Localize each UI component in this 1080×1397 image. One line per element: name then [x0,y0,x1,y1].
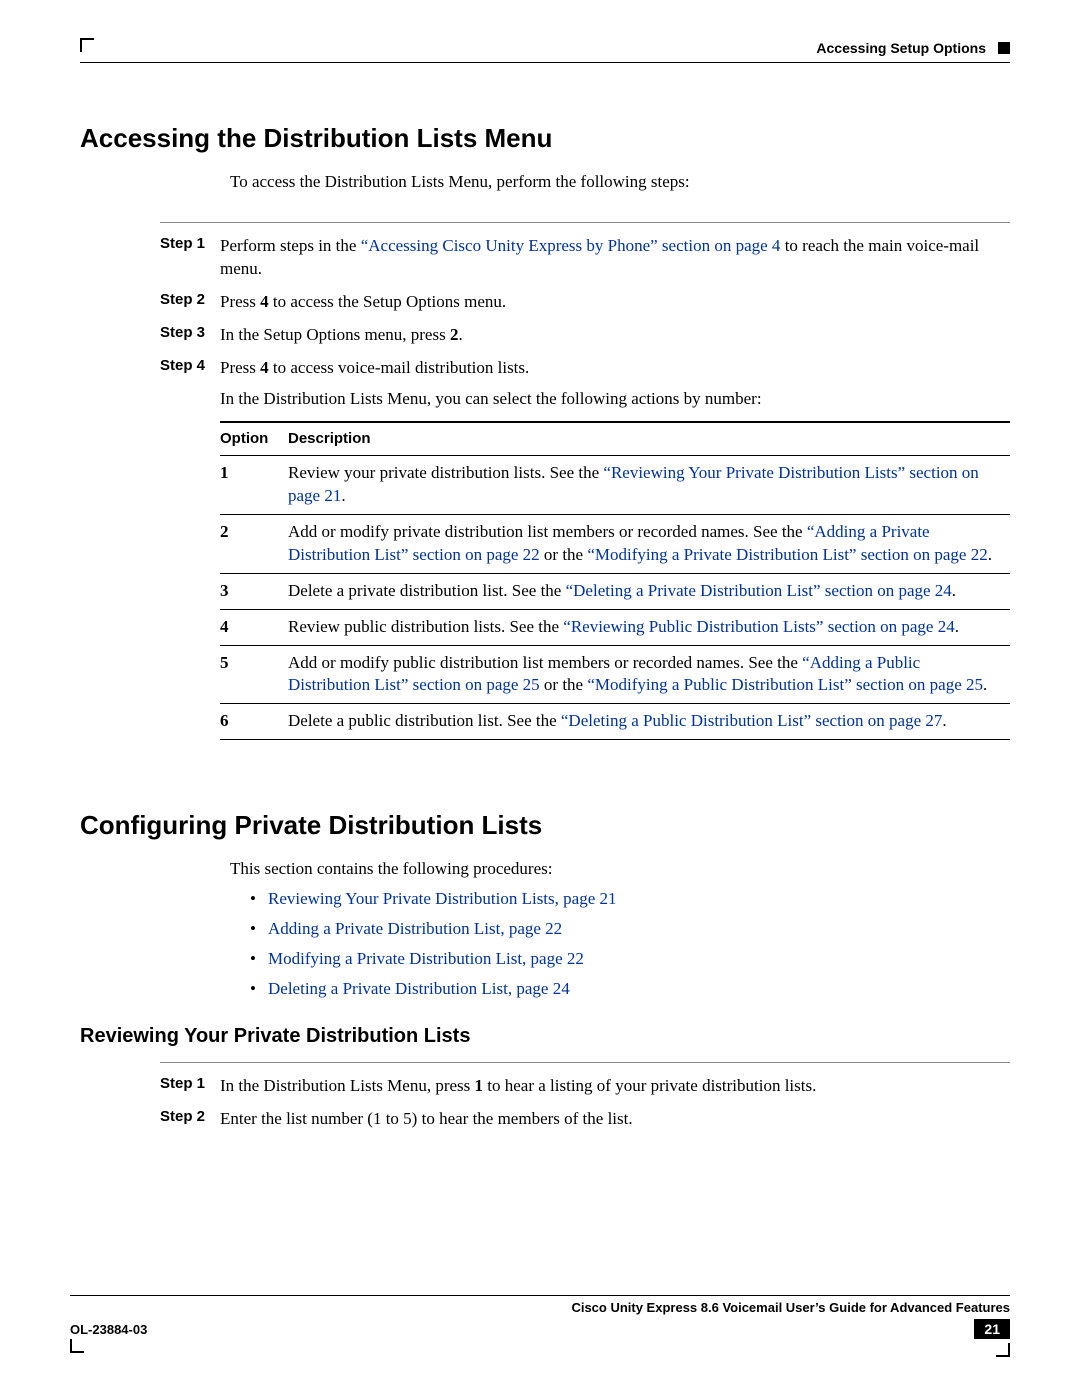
step-label: Step 2 [160,291,220,308]
footer-doc-id: OL-23884-03 [70,1322,147,1337]
crop-mark-br [996,1343,1010,1357]
list-item[interactable]: Adding a Private Distribution List, page… [250,919,1010,939]
list-item[interactable]: Reviewing Your Private Distribution List… [250,889,1010,909]
link-delete-private[interactable]: “Deleting a Private Distribution List” s… [566,581,952,600]
footer-doc-title: Cisco Unity Express 8.6 Voicemail User’s… [70,1300,1010,1315]
subsection-title-review-private: Reviewing Your Private Distribution List… [80,1025,1010,1048]
table-row: 4 Review public distribution lists. See … [220,609,1010,645]
header-chapter: Accessing Setup Options [816,40,986,56]
footer-rule [70,1295,1010,1296]
link-modify-public[interactable]: “Modifying a Public Distribution List” s… [587,675,983,694]
crop-mark-bl [70,1339,84,1353]
header-square-icon [998,42,1010,54]
list-item[interactable]: Modifying a Private Distribution List, p… [250,949,1010,969]
col-option: Option [220,422,288,456]
step4-followup: In the Distribution Lists Menu, you can … [220,388,1010,411]
steps-rule-2 [160,1062,1010,1063]
step-body: In the Setup Options menu, press 2. [220,324,1010,347]
link-modify-private[interactable]: “Modifying a Private Distribution List” … [587,545,987,564]
section1-steps: Step 1 Perform steps in the “Accessing C… [160,235,1010,740]
steps-rule-1 [160,222,1010,223]
section2-intro: This section contains the following proc… [230,859,1010,879]
step-label: Step 1 [160,1075,220,1092]
opt-desc: Add or modify public distribution list m… [288,645,1010,704]
step-body: In the Distribution Lists Menu, press 1 … [220,1075,1010,1098]
link-review-private[interactable]: “Reviewing Your Private Distribution Lis… [288,463,979,505]
crop-mark-tl [80,38,94,52]
options-table: Option Description 1 Review your private… [220,421,1010,741]
step-row: Step 4 Press 4 to access voice-mail dist… [160,357,1010,741]
page-footer: Cisco Unity Express 8.6 Voicemail User’s… [70,1295,1010,1357]
subsection-steps: Step 1 In the Distribution Lists Menu, p… [160,1075,1010,1131]
step-row: Step 3 In the Setup Options menu, press … [160,324,1010,347]
header-rule [80,62,1010,63]
step-body: Press 4 to access the Setup Options menu… [220,291,1010,314]
link-accessing-cue[interactable]: “Accessing Cisco Unity Express by Phone”… [361,236,781,255]
table-row: 2 Add or modify private distribution lis… [220,514,1010,573]
table-row: 3 Delete a private distribution list. Se… [220,573,1010,609]
list-item[interactable]: Deleting a Private Distribution List, pa… [250,979,1010,999]
table-row: 5 Add or modify public distribution list… [220,645,1010,704]
page-header: Accessing Setup Options [80,40,1010,56]
step-row: Step 2 Enter the list number (1 to 5) to… [160,1108,1010,1131]
section-title-config-private: Configuring Private Distribution Lists [80,810,1010,841]
procedures-list: Reviewing Your Private Distribution List… [250,889,1010,999]
opt-desc: Review your private distribution lists. … [288,455,1010,514]
step-label: Step 1 [160,235,220,252]
section1-intro: To access the Distribution Lists Menu, p… [230,172,1010,192]
section-title-dist-menu: Accessing the Distribution Lists Menu [80,123,1010,154]
step-label: Step 4 [160,357,220,374]
step-row: Step 1 Perform steps in the “Accessing C… [160,235,1010,281]
page-number-badge: 21 [974,1319,1010,1339]
opt-desc: Review public distribution lists. See th… [288,609,1010,645]
step-body: Press 4 to access voice-mail distributio… [220,357,1010,741]
col-description: Description [288,422,1010,456]
table-row: 1 Review your private distribution lists… [220,455,1010,514]
step-label: Step 3 [160,324,220,341]
step-row: Step 2 Press 4 to access the Setup Optio… [160,291,1010,314]
opt-desc: Delete a public distribution list. See t… [288,704,1010,740]
step-label: Step 2 [160,1108,220,1125]
opt-desc: Delete a private distribution list. See … [288,573,1010,609]
step-body: Perform steps in the “Accessing Cisco Un… [220,235,1010,281]
step-row: Step 1 In the Distribution Lists Menu, p… [160,1075,1010,1098]
opt-desc: Add or modify private distribution list … [288,514,1010,573]
table-row: 6 Delete a public distribution list. See… [220,704,1010,740]
link-review-public[interactable]: “Reviewing Public Distribution Lists” se… [563,617,954,636]
step-body: Enter the list number (1 to 5) to hear t… [220,1108,1010,1131]
link-delete-public[interactable]: “Deleting a Public Distribution List” se… [561,711,942,730]
